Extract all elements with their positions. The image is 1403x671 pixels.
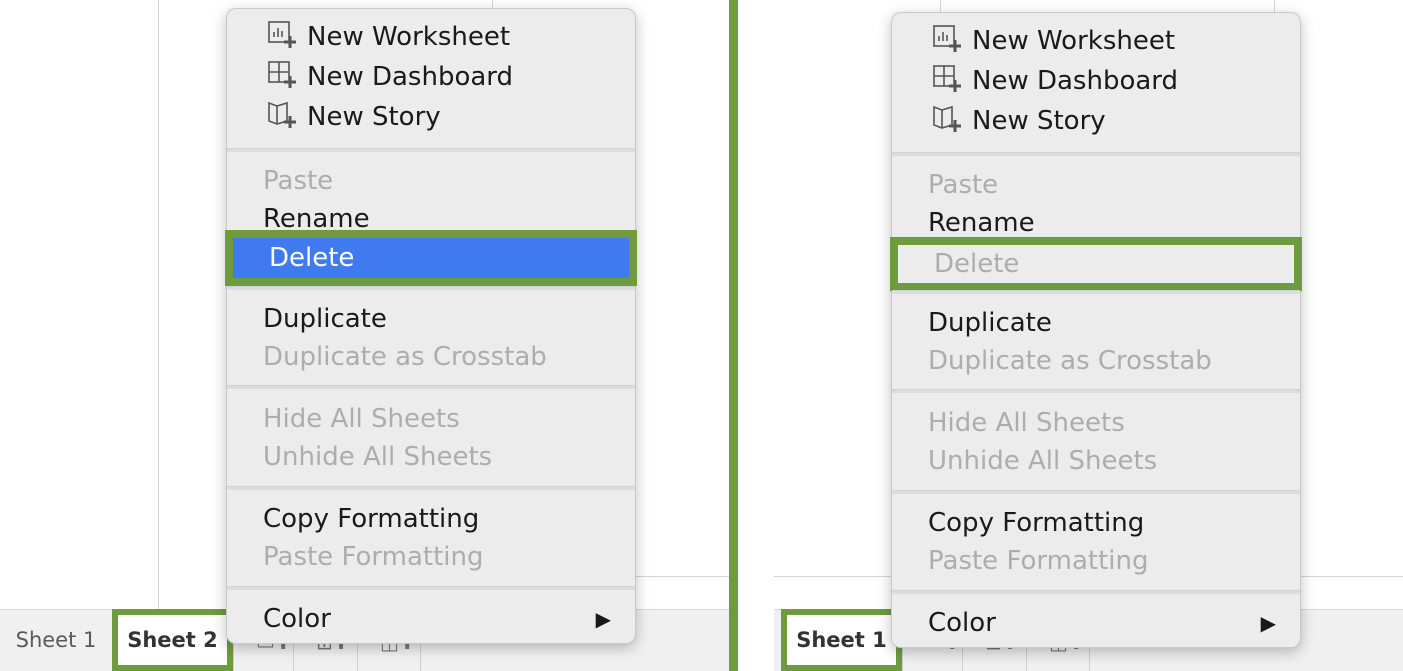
menu-item-hide-all-sheets: Hide All Sheets [928,408,1125,438]
canvas-border-line [774,576,892,577]
new-worksheet-icon [933,24,961,52]
menu-item-copy-formatting[interactable]: Copy Formatting [263,500,611,538]
menu-item-label: New Worksheet [307,22,511,52]
menu-item-hide-all-sheets: Hide All Sheets [263,404,460,434]
menu-item-duplicate-as-crosstab: Duplicate as Crosstab [928,346,1212,376]
menu-item-paste: Paste [263,166,334,196]
menu-item-label: New Dashboard [307,62,514,92]
menu-separator [227,586,635,590]
menu-separator [227,385,635,389]
menu-item-label: Color [928,608,996,638]
canvas-border-line [1274,0,1275,12]
menu-separator [227,286,635,290]
sheet-tab-label: Sheet 1 [15,628,97,652]
submenu-arrow-icon: ▶ [595,607,611,631]
menu-item-color[interactable]: Color ▶ [263,600,611,638]
menu-item-label: New Story [307,102,441,132]
context-menu: New Worksheet New Dashboard New Story Pa… [225,8,637,644]
new-story-icon [933,105,961,132]
menu-item-new-dashboard[interactable]: New Dashboard [932,62,1276,100]
new-story-icon [268,101,296,128]
menu-item-paste-formatting: Paste Formatting [928,546,1149,576]
canvas-border-line [634,576,729,577]
menu-item-paste-formatting: Paste Formatting [263,542,484,572]
sheet-tab[interactable]: Sheet 1 [0,609,112,671]
menu-item-copy-formatting[interactable]: Copy Formatting [928,504,1276,542]
menu-item-new-story[interactable]: New Story [267,98,611,136]
canvas-border-line [940,0,941,12]
menu-item-new-worksheet[interactable]: New Worksheet [267,18,611,56]
menu-separator [227,486,635,490]
menu-item-label: New Dashboard [972,66,1179,96]
menu-item-new-dashboard[interactable]: New Dashboard [267,58,611,96]
menu-separator [227,148,635,152]
panel-divider [729,0,738,671]
sheet-tab-active[interactable]: Sheet 2 [112,609,233,671]
sheet-tab-active[interactable]: Sheet 1 [781,609,902,671]
menu-item-new-story[interactable]: New Story [932,102,1276,140]
sheet-tab-label: Sheet 2 [127,628,218,652]
sheet-tab-label: Sheet 1 [796,628,887,652]
submenu-arrow-icon: ▶ [1260,611,1276,635]
left-panel: Sheet 1 Sheet 2 ▭✚ ⊞✚ ◫✚ New Worksheet N… [0,0,729,671]
menu-separator [892,152,1300,156]
right-panel: Sheet 1 ▭✚ ⊞✚ ◫✚ New Worksheet New Dashb… [738,0,1403,671]
menu-item-duplicate[interactable]: Duplicate [263,300,611,338]
new-dashboard-icon [933,64,961,92]
menu-item-paste: Paste [928,170,999,200]
new-dashboard-icon [268,60,296,88]
menu-item-unhide-all-sheets: Unhide All Sheets [263,442,493,472]
menu-item-unhide-all-sheets: Unhide All Sheets [928,446,1158,476]
menu-separator [892,389,1300,393]
menu-item-label: New Story [972,106,1106,136]
menu-item-delete[interactable]: Delete [225,230,637,286]
menu-item-duplicate[interactable]: Duplicate [928,304,1276,342]
menu-item-label: New Worksheet [972,26,1176,56]
menu-separator [892,490,1300,494]
menu-item-new-worksheet[interactable]: New Worksheet [932,22,1276,60]
menu-item-duplicate-as-crosstab: Duplicate as Crosstab [263,342,547,372]
new-worksheet-icon [268,20,296,48]
canvas-border-line [158,0,159,609]
canvas-border-line [1300,576,1403,577]
menu-item-delete: Delete [890,237,1302,291]
context-menu: New Worksheet New Dashboard New Story Pa… [890,12,1302,648]
menu-separator [892,290,1300,294]
menu-item-label: Color [263,604,331,634]
menu-separator [892,590,1300,594]
menu-item-color[interactable]: Color ▶ [928,604,1276,642]
